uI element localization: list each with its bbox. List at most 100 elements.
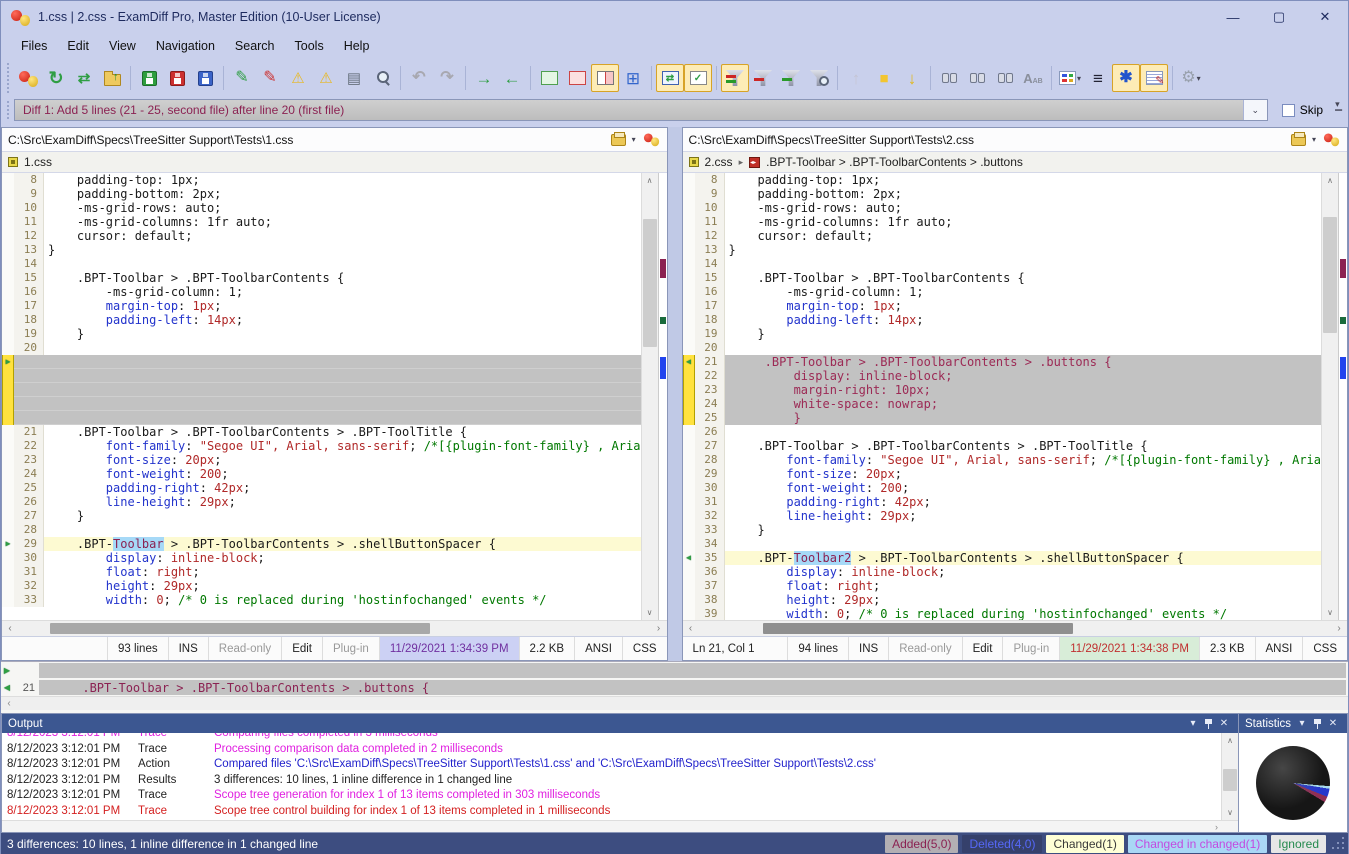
- copy-block-left-icon[interactable]: ←: [498, 64, 526, 92]
- merge-horizontal-scrollbar[interactable]: ‹: [1, 696, 1348, 710]
- scrollbar-thumb[interactable]: [50, 623, 430, 634]
- show-all-differences-icon[interactable]: [721, 64, 749, 92]
- next-difference-icon[interactable]: ↓: [898, 64, 926, 92]
- current-difference-icon[interactable]: ■: [870, 64, 898, 92]
- code-line[interactable]: 39 width: 0; /* 0 is replaced during 'ho…: [683, 607, 1321, 620]
- editor-options-icon[interactable]: [1140, 64, 1168, 92]
- output-row[interactable]: 8/12/2023 3:12:01 PMResults3 differences…: [2, 773, 1238, 789]
- pin-icon[interactable]: [1314, 719, 1321, 729]
- find-next-icon[interactable]: [963, 64, 991, 92]
- code-line[interactable]: 24 white-space: nowrap;: [683, 397, 1321, 411]
- close-icon[interactable]: ✕: [1325, 718, 1341, 729]
- status-badge-changed[interactable]: Changed(1): [1046, 835, 1123, 853]
- diff-map-added-mark[interactable]: [660, 357, 666, 379]
- filter-search-icon[interactable]: [805, 64, 833, 92]
- save-both-files-icon[interactable]: [191, 64, 219, 92]
- print-preview-icon[interactable]: [368, 64, 396, 92]
- diff-map-changed-mark[interactable]: [660, 259, 666, 278]
- swap-files-icon[interactable]: ⇄: [70, 64, 98, 92]
- code-line[interactable]: 17 margin-top: 1px;: [683, 299, 1321, 313]
- compare-files-icon[interactable]: [14, 64, 42, 92]
- code-line[interactable]: 20: [683, 341, 1321, 355]
- backup-second-icon[interactable]: ⚠: [312, 64, 340, 92]
- code-line[interactable]: 19 }: [683, 327, 1321, 341]
- pane-compare-icon[interactable]: [1324, 133, 1339, 147]
- resize-grip[interactable]: [1332, 837, 1346, 851]
- auto-recompare-icon[interactable]: ✓: [684, 64, 712, 92]
- code-line[interactable]: 26: [683, 425, 1321, 439]
- code-line[interactable]: 9 padding-bottom: 2px;: [2, 187, 641, 201]
- chevron-down-icon[interactable]: ▾: [1185, 718, 1201, 729]
- close-icon[interactable]: ✕: [1216, 718, 1232, 729]
- code-line[interactable]: 9 padding-bottom: 2px;: [683, 187, 1321, 201]
- code-line[interactable]: 29 font-size: 20px;: [683, 467, 1321, 481]
- close-button[interactable]: ✕: [1302, 1, 1348, 33]
- line-options-icon[interactable]: ≡: [1084, 64, 1112, 92]
- code-line[interactable]: 36 display: inline-block;: [683, 565, 1321, 579]
- pane-print-icon[interactable]: [611, 134, 626, 146]
- output-horizontal-scrollbar[interactable]: ›: [2, 820, 1238, 832]
- output-row[interactable]: 8/12/2023 3:12:01 PMTraceProcessing comp…: [2, 742, 1238, 758]
- code-line[interactable]: 28 font-family: "Segoe UI", Arial, sans-…: [683, 453, 1321, 467]
- redo-icon[interactable]: ↷: [433, 64, 461, 92]
- code-line[interactable]: 21 .BPT-Toolbar > .BPT-ToolbarContents >…: [2, 425, 641, 439]
- chevron-down-icon[interactable]: ▾: [632, 135, 636, 144]
- first-file-code-area[interactable]: 8 padding-top: 1px;9 padding-bottom: 2px…: [2, 173, 641, 620]
- breadcrumb-file[interactable]: 2.css: [705, 155, 733, 169]
- second-file-code-area[interactable]: 8 padding-top: 1px;9 padding-bottom: 2px…: [683, 173, 1321, 620]
- code-line[interactable]: ▶29 .BPT-Toolbar > .BPT-ToolbarContents …: [2, 537, 641, 551]
- code-line[interactable]: 12 cursor: default;: [683, 229, 1321, 243]
- save-first-file-icon[interactable]: [135, 64, 163, 92]
- scroll-left-icon[interactable]: ‹: [683, 623, 699, 634]
- menu-item-tools[interactable]: Tools: [285, 35, 334, 57]
- second-file-diff-map[interactable]: [1338, 173, 1347, 620]
- output-row[interactable]: 8/12/2023 3:12:01 PMActionCompared files…: [2, 757, 1238, 773]
- code-line[interactable]: 14: [2, 257, 641, 271]
- code-line[interactable]: 31 float: right;: [2, 565, 641, 579]
- menu-item-view[interactable]: View: [99, 35, 146, 57]
- output-row[interactable]: 8/12/2023 3:12:01 PMTraceComparing files…: [2, 733, 1238, 742]
- diff-map-changed-mark[interactable]: [1340, 259, 1346, 278]
- layout-options-icon[interactable]: ▾: [1056, 64, 1084, 92]
- undo-icon[interactable]: ↶: [405, 64, 433, 92]
- diff-map-current-mark[interactable]: [1340, 317, 1346, 324]
- status-badge-added[interactable]: Added(5,0): [885, 835, 958, 853]
- code-line[interactable]: 30 font-weight: 200;: [683, 481, 1321, 495]
- scroll-right-icon[interactable]: ›: [651, 623, 667, 634]
- show-first-file-icon[interactable]: [535, 64, 563, 92]
- scroll-up-icon[interactable]: ∧: [1322, 173, 1338, 188]
- scroll-up-icon[interactable]: ∧: [642, 173, 658, 188]
- diffbar-grip[interactable]: [7, 101, 12, 119]
- toolbar-overflow-icon[interactable]: ▾▔: [1335, 99, 1342, 121]
- show-added-icon[interactable]: [777, 64, 805, 92]
- code-line[interactable]: 32 height: 29px;: [2, 579, 641, 593]
- diff-map-current-mark[interactable]: [660, 317, 666, 324]
- chevron-down-icon[interactable]: ▾: [1197, 74, 1201, 83]
- scroll-down-icon[interactable]: ∨: [642, 605, 658, 620]
- plugins-icon[interactable]: ✱: [1112, 64, 1140, 92]
- pin-icon[interactable]: [1205, 719, 1212, 729]
- find-icon[interactable]: [935, 64, 963, 92]
- second-file-horizontal-scrollbar[interactable]: ‹ ›: [683, 620, 1347, 636]
- code-line[interactable]: ◀21 .BPT-Toolbar > .BPT-ToolbarContents …: [683, 355, 1321, 369]
- code-line[interactable]: 25 padding-right: 42px;: [2, 481, 641, 495]
- find-previous-icon[interactable]: [991, 64, 1019, 92]
- scroll-down-icon[interactable]: ∨: [1322, 605, 1338, 620]
- pane-compare-icon[interactable]: [643, 133, 658, 147]
- scroll-right-icon[interactable]: ›: [1215, 822, 1218, 832]
- first-file-diff-map[interactable]: [658, 173, 667, 620]
- code-line[interactable]: 18 padding-left: 14px;: [2, 313, 641, 327]
- recompare-icon[interactable]: ↻: [42, 64, 70, 92]
- pane-splitter[interactable]: [668, 127, 682, 661]
- code-line[interactable]: 20: [2, 341, 641, 355]
- previous-difference-icon[interactable]: ↑: [842, 64, 870, 92]
- chevron-down-icon[interactable]: ▾: [1077, 74, 1081, 83]
- match-case-icon[interactable]: AAB: [1019, 64, 1047, 92]
- scroll-right-icon[interactable]: ›: [1331, 623, 1347, 634]
- diff-map-added-mark[interactable]: [1340, 357, 1346, 379]
- breadcrumb-scope[interactable]: .BPT-Toolbar > .BPT-ToolbarContents > .b…: [766, 155, 1023, 169]
- show-second-file-icon[interactable]: [563, 64, 591, 92]
- code-line[interactable]: 11 -ms-grid-columns: 1fr auto;: [683, 215, 1321, 229]
- backup-first-icon[interactable]: ⚠: [284, 64, 312, 92]
- toolbar-grip[interactable]: [7, 63, 12, 93]
